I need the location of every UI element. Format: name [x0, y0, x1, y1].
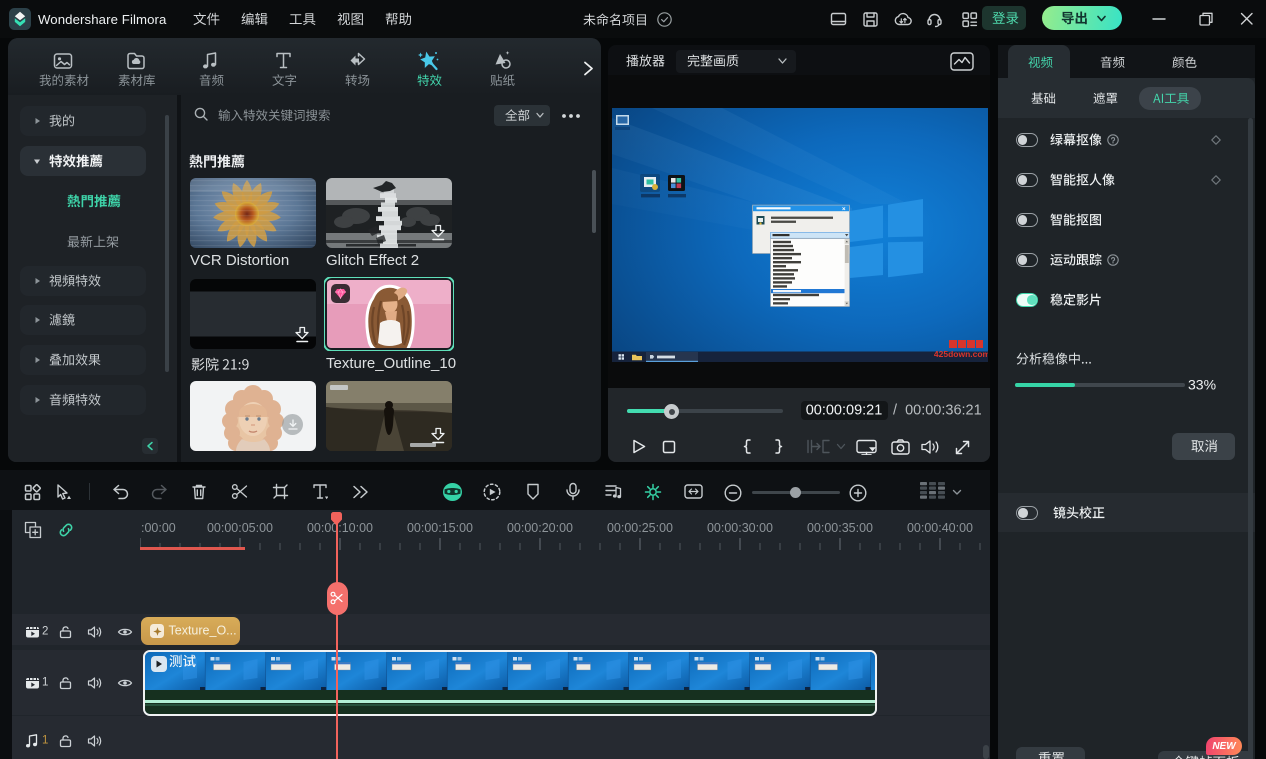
- svg-text:425down.com: 425down.com: [934, 349, 988, 359]
